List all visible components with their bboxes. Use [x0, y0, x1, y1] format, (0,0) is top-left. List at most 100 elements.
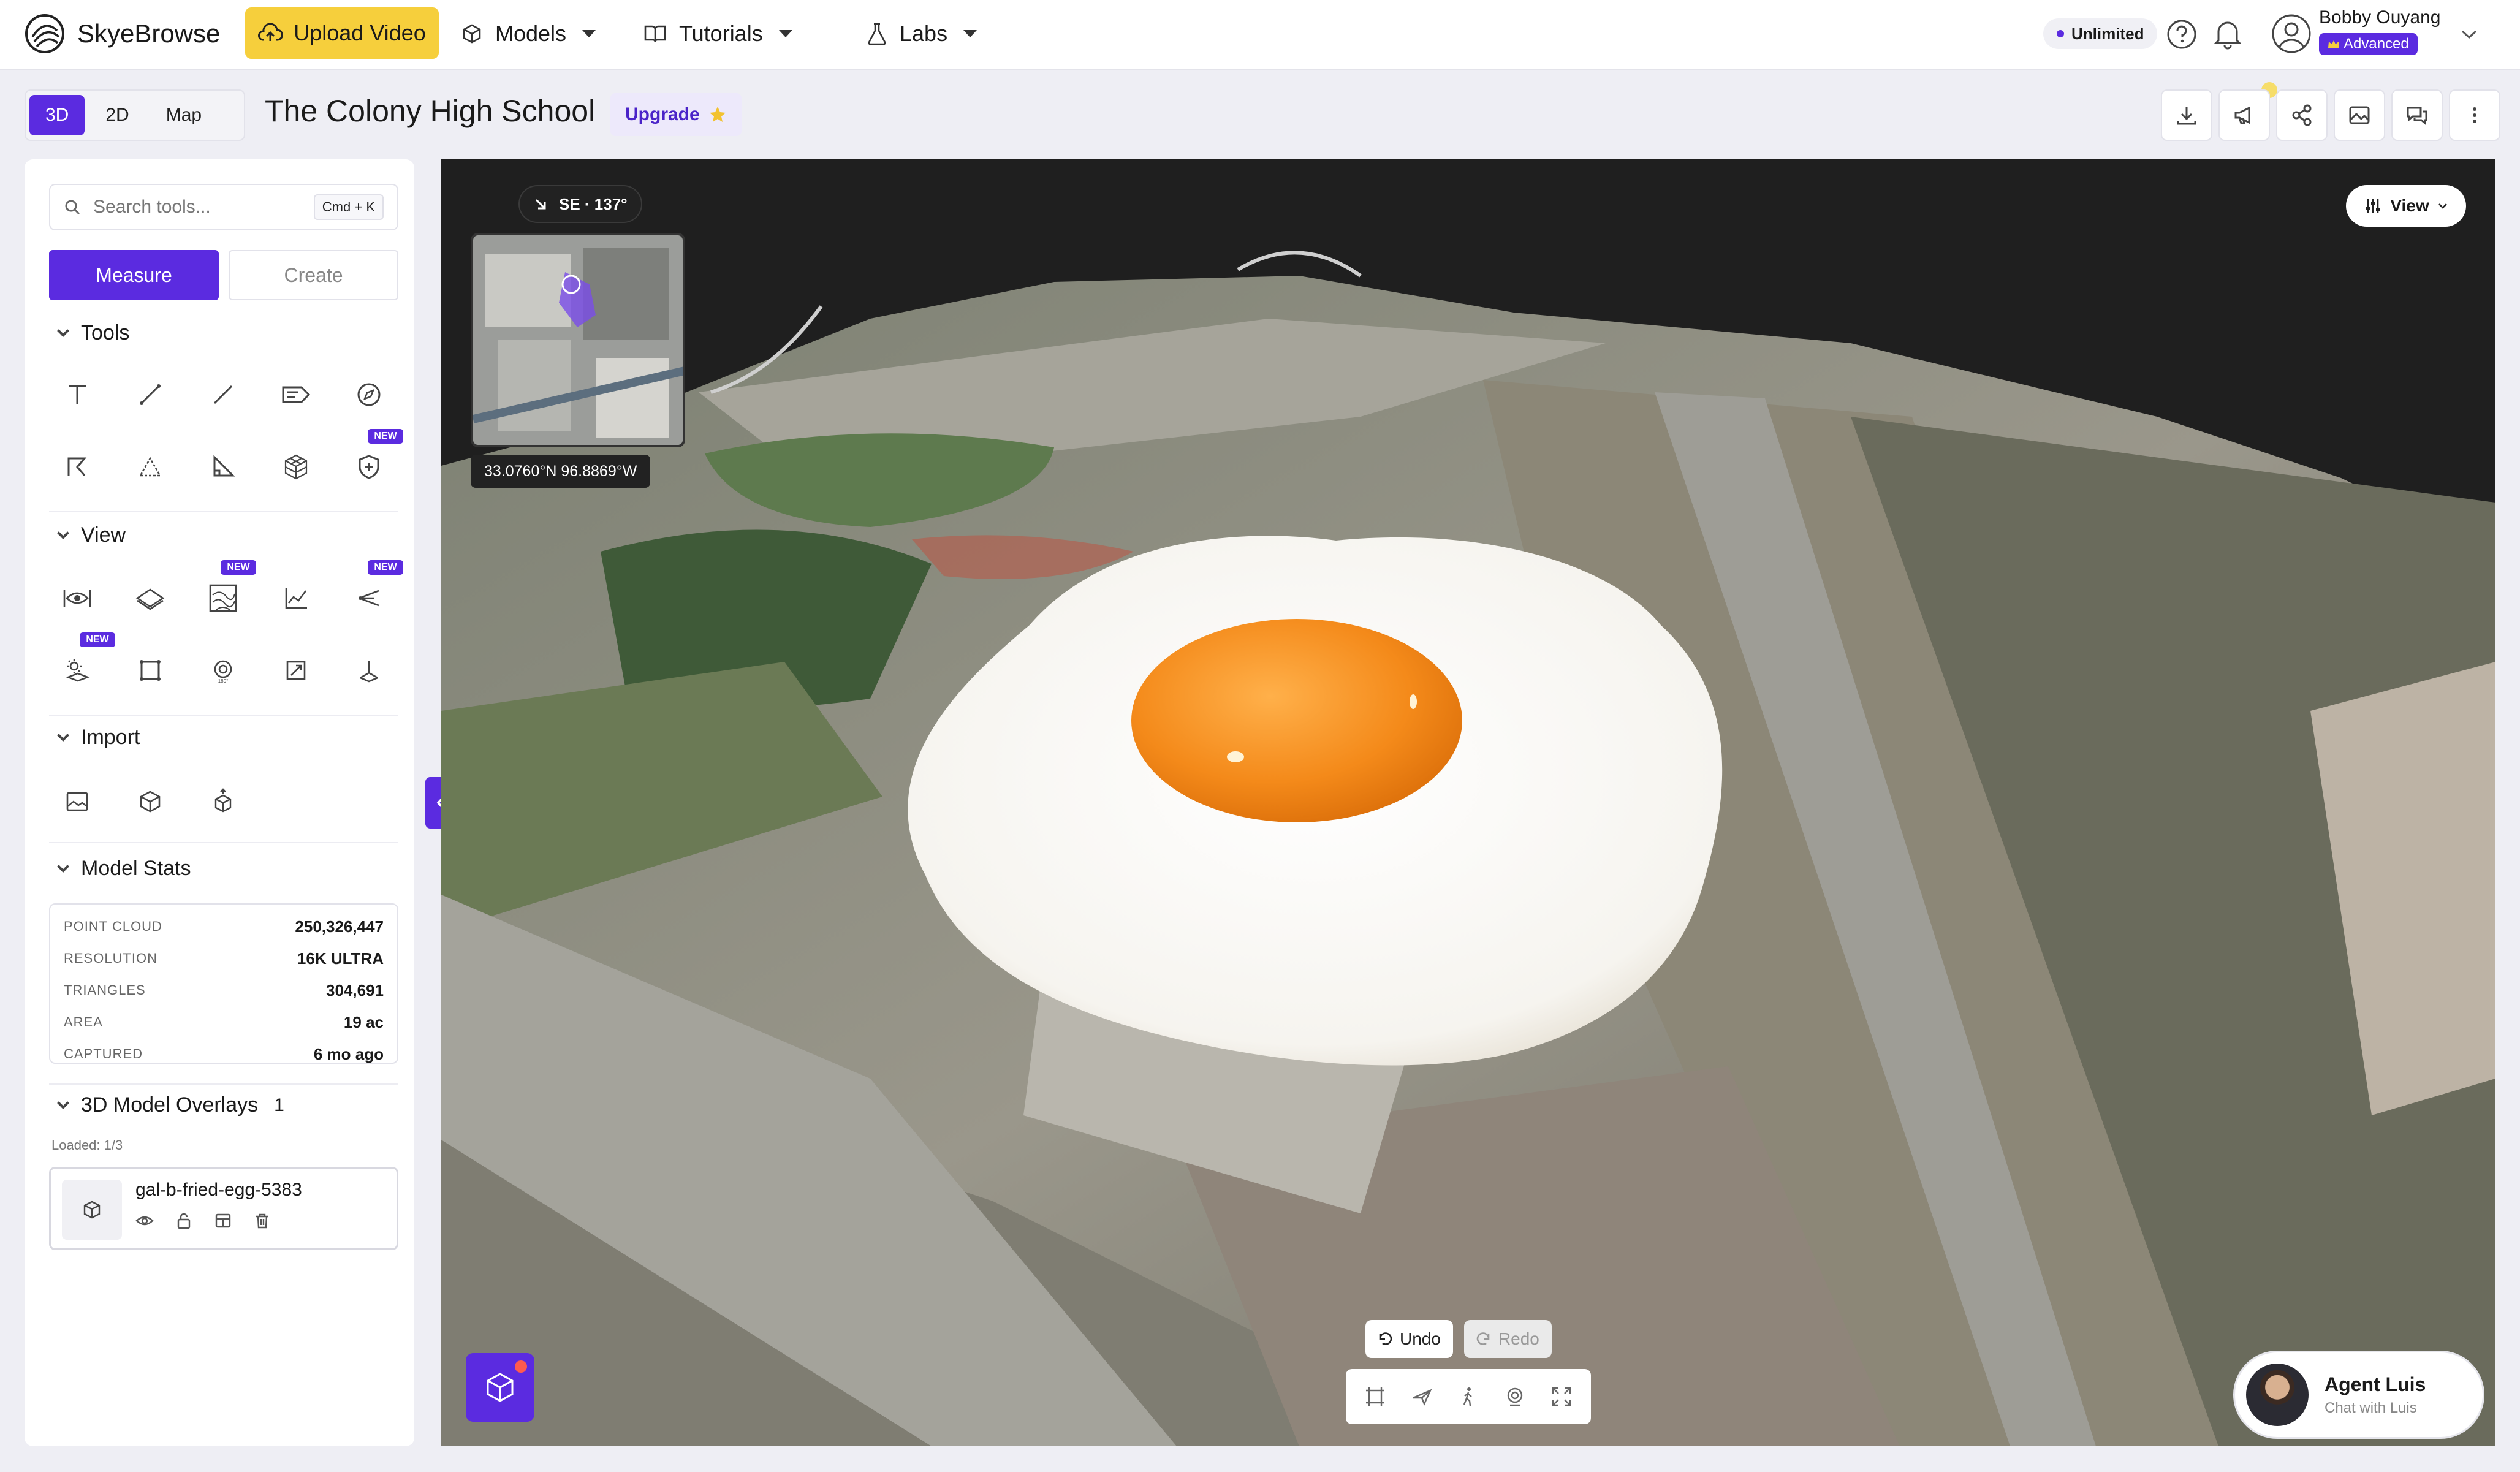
- measure-create-toggle: Measure Create: [49, 250, 398, 300]
- download-button[interactable]: [2161, 89, 2212, 141]
- redo-label: Redo: [1498, 1329, 1539, 1348]
- svg-text:180°: 180°: [218, 678, 229, 684]
- redo-button[interactable]: Redo: [1463, 1320, 1552, 1358]
- comments-button[interactable]: [2391, 89, 2443, 141]
- text-icon: [69, 385, 86, 404]
- direction-label: SE · 137°: [559, 194, 628, 213]
- overlay-count: 1: [274, 1095, 284, 1115]
- brand-name: SkyeBrowse: [77, 19, 221, 48]
- view-options-button[interactable]: View: [2346, 185, 2466, 227]
- new-badge: NEW: [80, 632, 115, 647]
- orbit-360-icon[interactable]: [1504, 1386, 1526, 1408]
- lighting-view-tool[interactable]: [49, 642, 105, 699]
- brand-logo[interactable]: SkyeBrowse: [23, 11, 220, 56]
- undo-button[interactable]: Undo: [1365, 1320, 1453, 1358]
- divider: [49, 842, 398, 843]
- shield-tool[interactable]: [341, 439, 397, 495]
- volume-tool[interactable]: [268, 439, 324, 495]
- nav-models[interactable]: Models: [461, 13, 596, 54]
- announce-button[interactable]: [2218, 89, 2270, 141]
- nav-tutorials[interactable]: Tutorials: [643, 13, 792, 54]
- trash-icon[interactable]: [253, 1212, 271, 1230]
- arrow-down-right-icon: [535, 199, 546, 210]
- image-button[interactable]: [2334, 89, 2385, 141]
- eye-icon[interactable]: [135, 1212, 154, 1230]
- model-library-button[interactable]: [466, 1353, 534, 1422]
- distance-tool[interactable]: [122, 366, 178, 423]
- overlay-actions: [135, 1212, 271, 1230]
- tools-sidebar: Search tools... Cmd + K Measure Create T…: [25, 159, 414, 1446]
- import-section-header[interactable]: Import: [57, 726, 140, 749]
- mode-3d[interactable]: 3D: [29, 95, 85, 135]
- model-stats-header[interactable]: Model Stats: [57, 857, 191, 881]
- measure-tab[interactable]: Measure: [49, 250, 219, 300]
- view-section-header[interactable]: View: [57, 523, 126, 547]
- cube-icon: [140, 791, 161, 813]
- right-angle-icon: [213, 455, 235, 477]
- compass-tool[interactable]: [341, 366, 397, 423]
- stat-row: AREA 19 ac: [64, 1006, 384, 1038]
- divider: [49, 715, 398, 716]
- rotate-180-icon: 180°: [214, 660, 232, 684]
- upload-video-button[interactable]: Upload Video: [245, 7, 439, 59]
- nav-labs[interactable]: Labs: [867, 13, 977, 54]
- download-icon: [2177, 107, 2196, 125]
- user-name[interactable]: Bobby Ouyang: [2319, 7, 2440, 28]
- mode-2d[interactable]: 2D: [89, 95, 145, 135]
- fly-icon[interactable]: [1411, 1386, 1433, 1408]
- polygon-tool[interactable]: [49, 439, 105, 495]
- layers-view-tool[interactable]: [122, 570, 178, 626]
- more-button[interactable]: [2449, 89, 2500, 141]
- frame-view-tool[interactable]: [122, 642, 178, 699]
- more-vertical-icon: [2473, 107, 2476, 123]
- minimap-render: [473, 235, 683, 445]
- visibility-view-tool[interactable]: [49, 570, 105, 626]
- orbit-view-tool[interactable]: 180°: [195, 642, 251, 699]
- select-box-icon[interactable]: [1364, 1386, 1386, 1408]
- upgrade-button[interactable]: Upgrade: [610, 93, 742, 136]
- overlays-section-header[interactable]: 3D Model Overlays 1: [57, 1093, 284, 1117]
- walk-icon[interactable]: [1457, 1386, 1479, 1408]
- lock-icon[interactable]: [175, 1212, 193, 1230]
- scene-render: [441, 159, 2495, 1446]
- overlays-section-title: 3D Model Overlays: [81, 1093, 259, 1117]
- scale-view-tool[interactable]: [268, 642, 324, 699]
- plan-badge-label: Unlimited: [2071, 24, 2144, 43]
- upgrade-label: Upgrade: [625, 104, 700, 124]
- compass-direction-badge[interactable]: SE · 137°: [518, 185, 642, 223]
- chevron-down-icon[interactable]: [2460, 28, 2478, 40]
- chevron-down-icon: [57, 526, 69, 539]
- sightline-view-tool[interactable]: [341, 570, 397, 626]
- line-tool[interactable]: [195, 366, 251, 423]
- share-button[interactable]: [2276, 89, 2328, 141]
- search-tools-input[interactable]: Search tools... Cmd + K: [49, 184, 398, 230]
- tools-section-header[interactable]: Tools: [57, 321, 129, 345]
- bell-icon[interactable]: [2212, 17, 2243, 50]
- create-tab[interactable]: Create: [229, 250, 398, 300]
- angle-tool[interactable]: [122, 439, 178, 495]
- axis-view-tool[interactable]: [341, 642, 397, 699]
- import-object-tool[interactable]: [195, 773, 251, 830]
- mode-map[interactable]: Map: [150, 95, 218, 135]
- agent-subtitle: Chat with Luis: [2325, 1399, 2417, 1416]
- overlay-name: gal-b-fried-egg-5383: [135, 1180, 302, 1200]
- user-avatar-icon[interactable]: [2271, 13, 2312, 54]
- agent-avatar: [2246, 1364, 2309, 1426]
- fullscreen-icon[interactable]: [1550, 1386, 1573, 1408]
- height-tool[interactable]: [195, 439, 251, 495]
- import-image-tool[interactable]: [49, 773, 105, 830]
- polygon-icon: [67, 457, 87, 476]
- agent-chat-widget[interactable]: Agent Luis Chat with Luis: [2233, 1351, 2484, 1439]
- minimap[interactable]: [471, 233, 685, 447]
- label-tool[interactable]: [268, 366, 324, 423]
- contour-view-tool[interactable]: [195, 570, 251, 626]
- table-icon[interactable]: [214, 1212, 232, 1230]
- import-model-tool[interactable]: [122, 773, 178, 830]
- header-actions: [2161, 89, 2500, 141]
- help-icon[interactable]: [2166, 18, 2198, 50]
- text-tool[interactable]: [49, 366, 105, 423]
- 3d-viewport[interactable]: SE · 137° 33.0760°N 96.8869°W View Undo …: [441, 159, 2495, 1446]
- profile-view-tool[interactable]: [268, 570, 324, 626]
- overlay-item[interactable]: gal-b-fried-egg-5383: [49, 1167, 398, 1250]
- stat-value: 304,691: [326, 981, 384, 1000]
